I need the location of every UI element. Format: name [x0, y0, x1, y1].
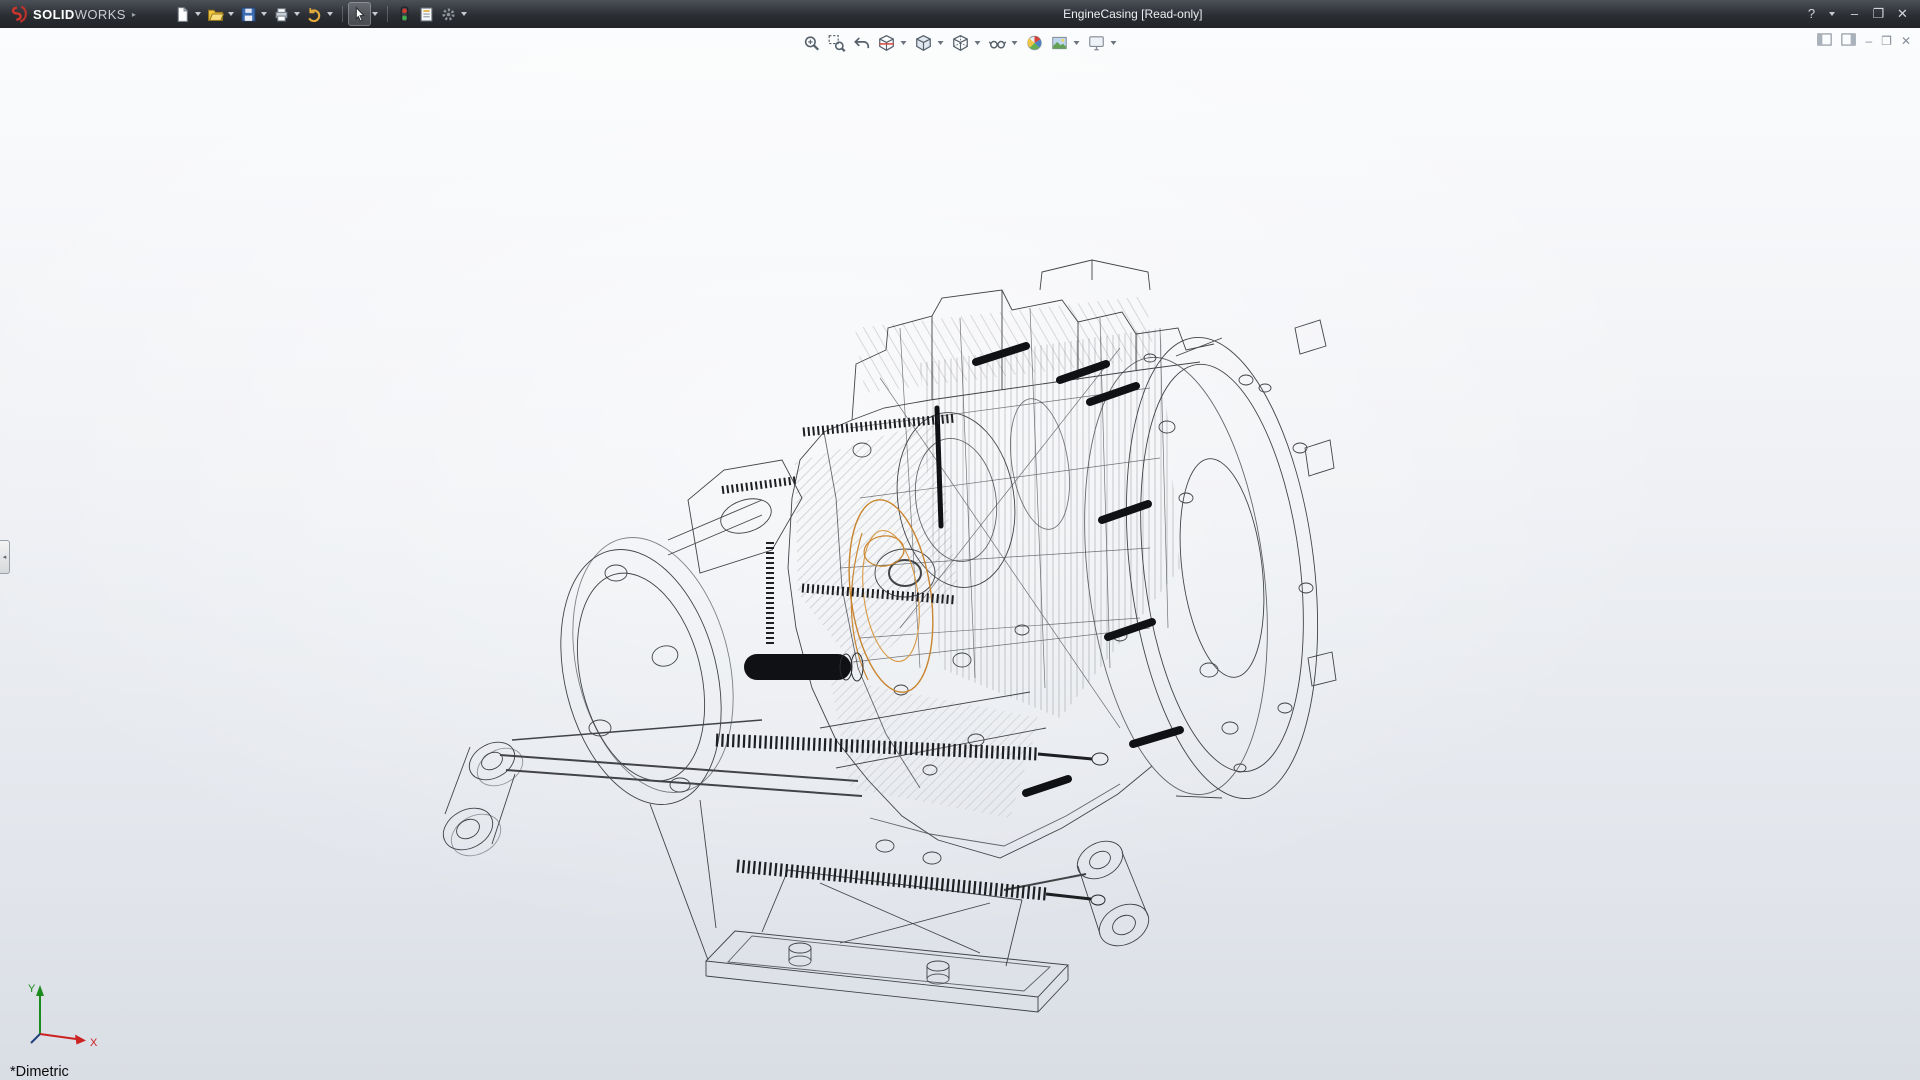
print-dropdown-arrow-icon[interactable] — [294, 12, 300, 16]
undo-dropdown-arrow-icon[interactable] — [327, 12, 333, 16]
print-icon — [273, 6, 290, 23]
document-window-controls: – ❐ ✕ — [1817, 33, 1911, 49]
new-dropdown-arrow-icon[interactable] — [195, 12, 201, 16]
display-style-dropdown-arrow-icon[interactable] — [975, 41, 981, 45]
hide-show-glasses-icon — [989, 34, 1007, 52]
apply-scene-dropdown-arrow-icon[interactable] — [1074, 41, 1080, 45]
display-style-icon — [952, 34, 970, 52]
select-dropdown-arrow-icon[interactable] — [372, 12, 378, 16]
view-settings-dropdown-arrow-icon[interactable] — [1111, 41, 1117, 45]
rebuild-traffic-light-icon — [397, 6, 412, 23]
chevron-left-icon: ◂ — [3, 553, 7, 561]
titlebar: SOLIDWORKS ▸ — [0, 0, 1920, 28]
hide-show-items-button[interactable] — [987, 31, 1009, 55]
view-settings-button[interactable] — [1086, 31, 1108, 55]
open-dropdown-arrow-icon[interactable] — [228, 12, 234, 16]
minimize-button[interactable]: – — [1847, 6, 1862, 22]
toolbar-separator — [387, 6, 388, 22]
triad-y-arrow — [36, 985, 44, 996]
featuremanager-flyout-tab[interactable]: ◂ — [0, 540, 10, 574]
options-dropdown-arrow-icon[interactable] — [461, 12, 467, 16]
save-button[interactable] — [238, 3, 259, 25]
panel-left-icon — [1817, 33, 1832, 46]
triad-x-label: X — [90, 1037, 98, 1049]
rebuild-button[interactable] — [394, 3, 415, 25]
restore-button[interactable]: ❐ — [1871, 6, 1886, 22]
zoom-to-area-button[interactable] — [826, 31, 848, 55]
show-featuremanager-button[interactable] — [1817, 33, 1832, 49]
window-controls: ? – ❐ ✕ — [1804, 6, 1920, 22]
doc-minimize-button[interactable]: – — [1865, 34, 1872, 48]
model-wireframe[interactable] — [0, 28, 1920, 1080]
doc-restore-button[interactable]: ❐ — [1881, 34, 1892, 48]
ds-logo-icon — [7, 5, 29, 23]
close-button[interactable]: ✕ — [1895, 6, 1910, 22]
zoom-to-fit-button[interactable] — [801, 31, 823, 55]
new-document-icon — [174, 6, 191, 23]
headsup-view-toolbar — [801, 31, 1120, 55]
view-orientation-cube-icon — [915, 34, 933, 52]
edit-appearance-button[interactable] — [1024, 31, 1046, 55]
brand-light: WORKS — [75, 7, 126, 22]
previous-view-button[interactable] — [851, 31, 873, 55]
new-button[interactable] — [172, 3, 193, 25]
view-orientation-dropdown-arrow-icon[interactable] — [938, 41, 944, 45]
options-button[interactable] — [438, 3, 459, 25]
file-properties-icon — [418, 6, 435, 23]
menu-expand-icon[interactable]: ▸ — [132, 10, 136, 19]
save-dropdown-arrow-icon[interactable] — [261, 12, 267, 16]
panel-right-icon — [1841, 33, 1856, 46]
solidworks-logo: SOLIDWORKS ▸ — [0, 5, 142, 23]
solidworks-window: SOLIDWORKS ▸ — [0, 0, 1920, 1080]
options-gear-icon — [440, 6, 457, 23]
section-view-button[interactable] — [876, 31, 898, 55]
toolbar-separator — [342, 6, 343, 22]
open-folder-icon — [207, 6, 224, 23]
save-floppy-icon — [240, 6, 257, 23]
file-toolbar — [172, 3, 470, 25]
triad-z-axis — [31, 1034, 40, 1043]
zoom-to-fit-icon — [803, 34, 821, 52]
doc-close-button[interactable]: ✕ — [1901, 34, 1911, 48]
triad-x-arrow — [75, 1035, 86, 1045]
display-style-button[interactable] — [950, 31, 972, 55]
print-button[interactable] — [271, 3, 292, 25]
view-orientation-button[interactable] — [913, 31, 935, 55]
apply-scene-icon — [1051, 34, 1069, 52]
section-view-dropdown-arrow-icon[interactable] — [901, 41, 907, 45]
brand-bold: SOLID — [33, 7, 75, 22]
help-button[interactable]: ? — [1804, 6, 1819, 22]
select-cursor-icon — [351, 6, 368, 23]
undo-button[interactable] — [304, 3, 325, 25]
zoom-to-area-icon — [828, 34, 846, 52]
hide-show-items-dropdown-arrow-icon[interactable] — [1012, 41, 1018, 45]
show-taskpane-button[interactable] — [1841, 33, 1856, 49]
file-properties-button[interactable] — [416, 3, 437, 25]
window-title: EngineCasing [Read-only] — [1063, 7, 1202, 21]
help-dropdown-arrow-icon[interactable] — [1829, 12, 1835, 16]
undo-icon — [306, 6, 323, 23]
open-button[interactable] — [205, 3, 226, 25]
edit-appearance-ball-icon — [1026, 34, 1044, 52]
orientation-triad: Y X — [16, 976, 108, 1060]
brand-text: SOLIDWORKS — [33, 7, 126, 22]
triad-y-label: Y — [28, 983, 36, 995]
previous-view-icon — [853, 34, 871, 52]
section-view-icon — [878, 34, 896, 52]
select-button[interactable] — [349, 3, 370, 25]
apply-scene-button[interactable] — [1049, 31, 1071, 55]
view-settings-icon — [1088, 34, 1106, 52]
view-orientation-label: *Dimetric — [10, 1064, 69, 1080]
graphics-viewport[interactable]: – ❐ ✕ ◂ Y X *Dimetric — [0, 28, 1920, 1080]
